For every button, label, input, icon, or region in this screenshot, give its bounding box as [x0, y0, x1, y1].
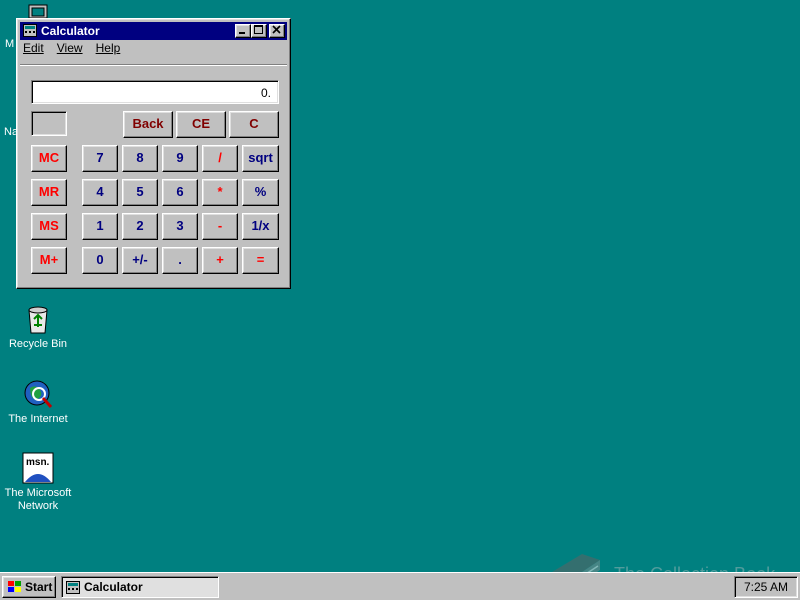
taskbar-item-label: Calculator [84, 580, 143, 594]
digit-2-button[interactable]: 2 [122, 213, 158, 240]
globe-icon [24, 380, 53, 408]
the-internet-label: The Internet [8, 413, 68, 425]
maximize-button[interactable] [251, 24, 267, 38]
minimize-icon [239, 32, 245, 34]
menu-help[interactable]: Help [96, 41, 121, 55]
m-plus-button[interactable]: M+ [31, 247, 67, 274]
digit-7-button[interactable]: 7 [82, 145, 118, 172]
digit-5-button[interactable]: 5 [122, 179, 158, 206]
mc-button[interactable]: MC [31, 145, 67, 172]
divide-button[interactable]: / [202, 145, 238, 172]
digit-1-button[interactable]: 1 [82, 213, 118, 240]
my-computer-icon [28, 4, 48, 19]
back-button[interactable]: Back [123, 111, 173, 138]
calculator-app-icon [23, 24, 37, 37]
windows-logo-icon [8, 581, 21, 592]
desktop-icon-recycle-bin[interactable]: Recycle Bin [0, 303, 76, 351]
close-button[interactable] [269, 24, 285, 38]
memory-indicator [31, 111, 67, 136]
taskbar: Start Calculator 7:25 AM [0, 572, 800, 600]
close-icon [272, 25, 281, 34]
msn-label: The Microsoft Network [4, 487, 72, 512]
title-bar[interactable]: Calculator [20, 22, 287, 40]
digit-8-button[interactable]: 8 [122, 145, 158, 172]
equals-button[interactable]: = [242, 247, 279, 274]
reciprocal-button[interactable]: 1/x [242, 213, 279, 240]
add-button[interactable]: + [202, 247, 238, 274]
desktop-icon-my-computer[interactable] [28, 4, 48, 19]
menu-view[interactable]: View [57, 41, 83, 55]
sign-toggle-button[interactable]: +/- [122, 247, 158, 274]
digit-6-button[interactable]: 6 [162, 179, 198, 206]
recycle-bin-label: Recycle Bin [8, 338, 68, 350]
window-title: Calculator [41, 24, 100, 38]
menu-bar: Edit View Help [23, 41, 130, 59]
digit-4-button[interactable]: 4 [82, 179, 118, 206]
msn-badge: msn. [26, 457, 50, 468]
digit-3-button[interactable]: 3 [162, 213, 198, 240]
menu-edit[interactable]: Edit [23, 41, 44, 55]
ms-button[interactable]: MS [31, 213, 67, 240]
decimal-button[interactable]: . [162, 247, 198, 274]
mr-button[interactable]: MR [31, 179, 67, 206]
minimize-button[interactable] [235, 24, 251, 38]
msn-icon: msn. [22, 452, 54, 484]
system-tray-clock[interactable]: 7:25 AM [734, 576, 798, 598]
start-button[interactable]: Start [2, 576, 56, 598]
multiply-button[interactable]: * [202, 179, 238, 206]
desktop-label-partial-my-computer: M [5, 38, 15, 50]
subtract-button[interactable]: - [202, 213, 238, 240]
calculator-window: Calculator Edit View Help 0. Back CE C M… [16, 18, 291, 289]
percent-button[interactable]: % [242, 179, 279, 206]
menu-separator [20, 64, 287, 66]
taskbar-item-calculator[interactable]: Calculator [61, 576, 219, 598]
desktop-icon-the-internet[interactable]: The Internet [0, 378, 76, 426]
maximize-icon [254, 25, 263, 34]
sqrt-button[interactable]: sqrt [242, 145, 279, 172]
calculator-display: 0. [31, 80, 279, 104]
recycle-bin-icon [28, 306, 48, 334]
clear-button[interactable]: C [229, 111, 279, 138]
calculator-task-icon [66, 581, 80, 594]
clear-entry-button[interactable]: CE [176, 111, 226, 138]
digit-0-button[interactable]: 0 [82, 247, 118, 274]
desktop-icon-msn[interactable]: msn. The Microsoft Network [0, 452, 76, 513]
digit-9-button[interactable]: 9 [162, 145, 198, 172]
start-label: Start [25, 580, 53, 594]
